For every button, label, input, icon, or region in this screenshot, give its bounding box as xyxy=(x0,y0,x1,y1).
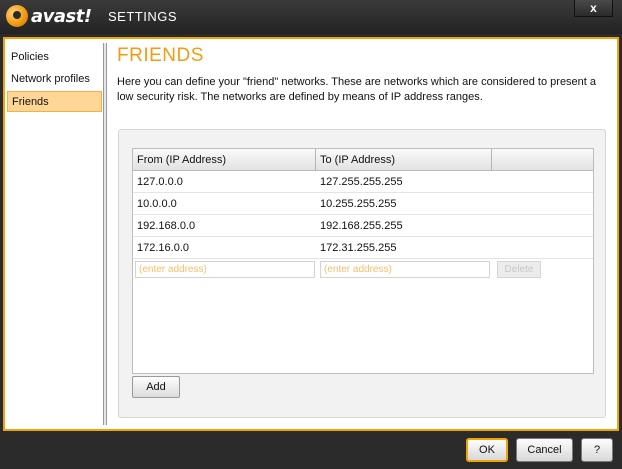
cancel-button[interactable]: Cancel xyxy=(516,438,573,462)
close-button[interactable]: x xyxy=(574,0,613,17)
to-address: 172.31.255.255 xyxy=(320,242,397,254)
new-entry-row: Delete xyxy=(133,259,593,281)
add-button[interactable]: Add xyxy=(132,376,180,398)
help-button[interactable]: ? xyxy=(581,438,613,462)
column-header-actions xyxy=(492,149,593,171)
to-address-input[interactable] xyxy=(320,261,490,278)
table-row[interactable]: 10.0.0.0 10.255.255.255 xyxy=(133,193,593,215)
to-address: 127.255.255.255 xyxy=(320,176,403,188)
friends-table: From (IP Address) To (IP Address) 127.0.… xyxy=(132,148,594,374)
sidebar-item-friends[interactable]: Friends xyxy=(7,91,102,112)
from-address: 127.0.0.0 xyxy=(137,176,183,188)
friends-panel: From (IP Address) To (IP Address) 127.0.… xyxy=(118,129,606,418)
table-row[interactable]: 127.0.0.0 127.255.255.255 xyxy=(133,171,593,193)
delete-button[interactable]: Delete xyxy=(497,261,541,278)
from-address-input[interactable] xyxy=(135,261,315,278)
column-header-from[interactable]: From (IP Address) xyxy=(133,149,316,171)
brand-name: avast! xyxy=(31,5,92,27)
window-title: SETTINGS xyxy=(108,9,178,24)
title-bar: avast! SETTINGS x xyxy=(0,0,622,34)
main-content: FRIENDS Here you can define your "friend… xyxy=(115,39,611,429)
from-address: 172.16.0.0 xyxy=(137,242,189,254)
sidebar: Policies Network profiles Friends xyxy=(5,39,103,429)
from-address: 10.0.0.0 xyxy=(137,198,177,210)
page-description: Here you can define your "friend" networ… xyxy=(117,76,597,103)
column-header-to[interactable]: To (IP Address) xyxy=(316,149,492,171)
sidebar-item-network-profiles[interactable]: Network profiles xyxy=(7,69,102,90)
to-address: 192.168.255.255 xyxy=(320,220,403,232)
sidebar-item-policies[interactable]: Policies xyxy=(7,47,102,68)
avast-ball-icon xyxy=(6,5,28,27)
ok-button[interactable]: OK xyxy=(466,438,508,462)
from-address: 192.168.0.0 xyxy=(137,220,196,232)
table-header: From (IP Address) To (IP Address) xyxy=(133,149,593,171)
avast-logo: avast! xyxy=(6,5,92,27)
sidebar-splitter[interactable] xyxy=(103,43,107,425)
table-row[interactable]: 192.168.0.0 192.168.255.255 xyxy=(133,215,593,237)
page-title: FRIENDS xyxy=(117,45,204,66)
table-row[interactable]: 172.16.0.0 172.31.255.255 xyxy=(133,237,593,259)
settings-frame: Policies Network profiles Friends FRIEND… xyxy=(3,37,619,431)
to-address: 10.255.255.255 xyxy=(320,198,397,210)
